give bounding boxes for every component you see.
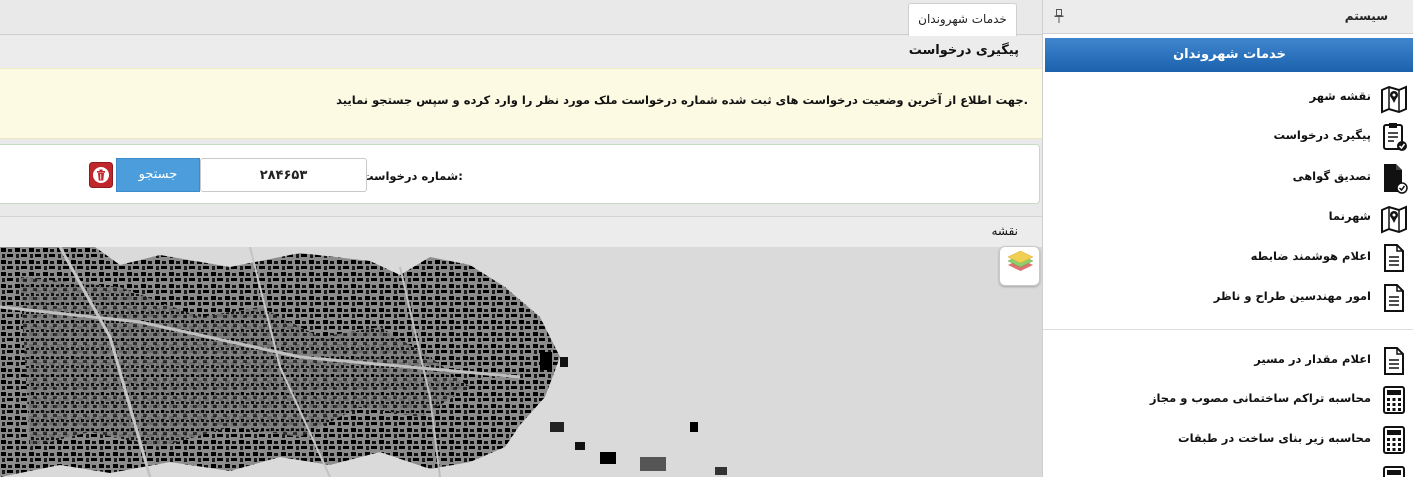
sidebar-item-label: تصدیق گواهی [1292,169,1371,183]
sidebar-item-floor-area-calc[interactable]: محاسبه زیر بنای ساخت در طبقات [1043,420,1413,460]
map-pin-icon [1380,82,1408,114]
page-title-bar: پیگیری درخواست [0,36,1042,68]
sidebar-item-shahrnama[interactable]: شهرنما [1043,198,1413,238]
info-notice: .جهت اطلاع از آخرین وضعیت درخواست های ثب… [0,68,1042,139]
sidebar-item-request-tracking[interactable]: پیگیری درخواست [1043,117,1413,157]
request-number-input[interactable] [200,158,367,192]
map-title: نقشه [991,224,1018,238]
page-title: پیگیری درخواست [908,43,1019,58]
sidebar-item-city-map[interactable]: نقشه شهر [1043,78,1413,118]
map-pin-icon [1380,202,1408,234]
document-icon [1380,282,1408,314]
sidebar-item-label: اعلام مقدار در مسیر [1254,352,1371,366]
sidebar-item-label: محاسبه زیر بنای ساخت در طبقات [1178,431,1371,445]
document-check-icon [1380,162,1408,194]
sidebar-header: سیستم [1043,0,1413,34]
sidebar-item-engineers-affairs[interactable]: امور مهندسین طراح و ناظر [1043,278,1413,318]
calculator-icon [1380,384,1408,416]
tab-bar: خدمات شهروندان [0,0,1042,36]
sidebar-item-route-amount[interactable]: اعلام مقدار در مسیر [1043,341,1413,381]
clipboard-check-icon [1380,121,1408,153]
map-canvas [0,247,1042,477]
sidebar-item-label: امور مهندسین طراح و ناظر [1213,289,1371,303]
search-button[interactable]: جستجو [116,158,200,192]
main-panel: خدمات شهروندان پیگیری درخواست .جهت اطلاع… [0,0,1042,477]
sidebar-item-label: پیگیری درخواست [1273,128,1371,142]
map-header: نقشه [0,216,1042,247]
request-number-label: شماره درخواست: [362,169,463,183]
calculator-icon [1380,464,1408,477]
sidebar: سیستم خدمات شهروندان نقشه شهر پیگیری درخ… [1042,0,1413,477]
sidebar-section-title[interactable]: خدمات شهروندان [1045,38,1413,72]
sidebar-item-label: شهرنما [1328,209,1371,223]
sidebar-divider [1043,329,1413,330]
search-form: شماره درخواست: جستجو [0,144,1040,204]
app-root: خدمات شهروندان پیگیری درخواست .جهت اطلاع… [0,0,1413,477]
sidebar-item-smart-regulation[interactable]: اعلام هوشمند ضابطه [1043,238,1413,278]
layers-icon[interactable] [999,246,1040,286]
calculator-icon [1380,424,1408,456]
sidebar-item-certificate-verification[interactable]: تصدیق گواهی [1043,158,1413,198]
notice-text: .جهت اطلاع از آخرین وضعیت درخواست های ثب… [336,93,1028,107]
city-map[interactable] [0,247,1042,477]
sidebar-item-label: نقشه شهر [1309,89,1371,103]
sidebar-header-title: سیستم [1344,9,1388,23]
sidebar-item-partial[interactable] [1043,460,1413,477]
sidebar-item-label: محاسبه تراکم ساختمانی مصوب و مجاز [1149,391,1371,405]
trash-icon[interactable] [89,162,113,188]
sidebar-item-label: اعلام هوشمند ضابطه [1250,249,1371,263]
document-icon [1380,345,1408,377]
document-icon [1380,242,1408,274]
sidebar-item-density-calc[interactable]: محاسبه تراکم ساختمانی مصوب و مجاز [1043,380,1413,420]
tab-citizen-services[interactable]: خدمات شهروندان [908,3,1017,36]
pin-icon[interactable] [1054,8,1064,23]
